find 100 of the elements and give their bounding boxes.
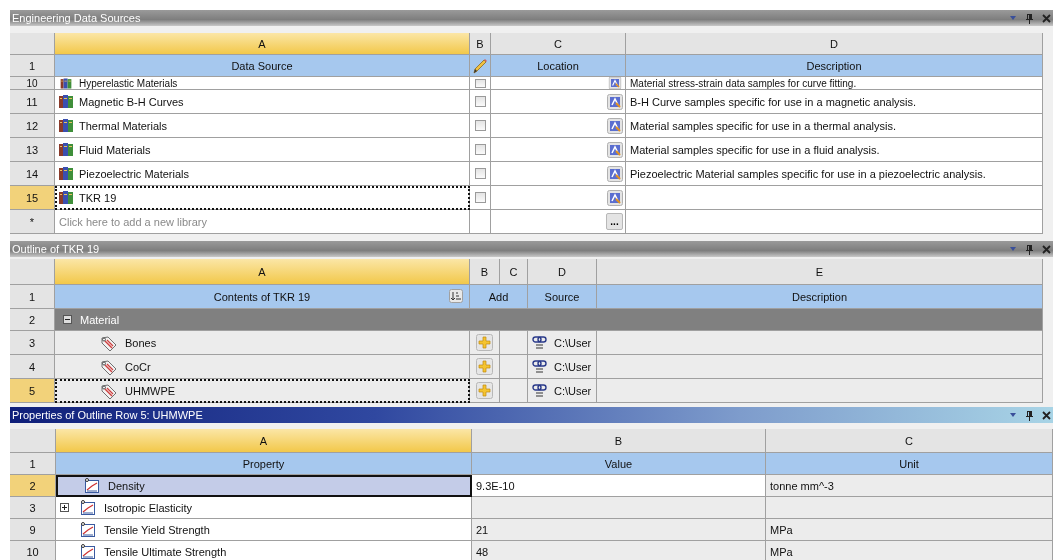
row-number: 2 xyxy=(10,309,55,331)
checkbox[interactable] xyxy=(474,168,486,179)
property-name[interactable]: Tensile Yield Strength xyxy=(104,523,210,536)
column-letter: A xyxy=(55,33,470,55)
chart-icon xyxy=(84,477,100,494)
column-header: Location xyxy=(491,55,626,77)
column-letter: A xyxy=(55,259,470,285)
property-value[interactable]: 48 xyxy=(476,545,489,558)
description-text: B-H Curve samples specific for use in a magnetic analysis. xyxy=(630,95,917,108)
column-header: Contents of TKR 19 xyxy=(213,290,311,303)
browse-icon[interactable] xyxy=(607,117,623,134)
unit-text[interactable]: tonne mm^-3 xyxy=(770,479,834,492)
checkbox[interactable] xyxy=(474,192,486,203)
browse-icon[interactable] xyxy=(607,165,623,182)
browse-icon[interactable] xyxy=(607,141,623,158)
close-icon[interactable] xyxy=(1042,13,1051,23)
tag-icon xyxy=(99,334,117,351)
source-path: C:\User xyxy=(554,360,592,373)
library-name[interactable]: Fluid Materials xyxy=(79,143,151,156)
collapse-icon[interactable] xyxy=(63,315,72,324)
add-library-placeholder[interactable]: Click here to add a new library xyxy=(59,215,207,228)
row-number: 9 xyxy=(10,519,56,541)
books-icon xyxy=(60,77,72,89)
checkbox[interactable] xyxy=(474,96,486,107)
expand-icon[interactable] xyxy=(60,503,69,512)
unit-text[interactable]: MPa xyxy=(770,523,793,536)
column-header: Source xyxy=(528,285,597,309)
books-icon xyxy=(59,191,73,204)
library-name[interactable]: Thermal Materials xyxy=(79,119,168,132)
column-header: Unit xyxy=(766,453,1053,475)
material-name[interactable]: Bones xyxy=(125,336,157,349)
group-label: Material xyxy=(80,313,120,326)
browse-icon[interactable] xyxy=(607,189,623,206)
checkbox[interactable] xyxy=(474,144,486,155)
property-value[interactable]: 21 xyxy=(476,523,489,536)
panel-title: Outline of TKR 19 xyxy=(12,243,100,255)
library-name[interactable]: TKR 19 xyxy=(79,191,117,204)
description-text: Material samples specific for use in a fluid analysis. xyxy=(630,143,880,156)
source-path: C:\User xyxy=(554,384,592,397)
property-value[interactable]: 9.3E-10 xyxy=(476,479,515,492)
column-header: Description xyxy=(626,55,1043,77)
close-icon[interactable] xyxy=(1042,410,1051,420)
row-number: 5 xyxy=(10,379,55,403)
column-letter: C xyxy=(491,33,626,55)
row-number: 1 xyxy=(10,453,56,475)
material-name[interactable]: UHMWPE xyxy=(125,384,176,397)
pin-icon[interactable] xyxy=(1025,409,1034,421)
link-icon xyxy=(532,358,548,375)
row-number: 15 xyxy=(10,186,55,210)
pin-icon[interactable] xyxy=(1025,243,1034,255)
row-number: 2 xyxy=(10,475,56,497)
link-icon xyxy=(532,334,548,351)
property-name[interactable]: Density xyxy=(108,479,145,492)
material-name[interactable]: CoCr xyxy=(125,360,151,373)
column-letter: E xyxy=(597,259,1043,285)
source-path: C:\User xyxy=(554,336,592,349)
library-name[interactable]: Magnetic B-H Curves xyxy=(79,95,184,108)
row-number: * xyxy=(10,210,55,234)
browse-icon[interactable] xyxy=(608,77,622,89)
browse-icon[interactable] xyxy=(607,93,623,110)
books-icon xyxy=(59,167,73,180)
browse-button[interactable]: ... xyxy=(606,213,623,230)
sort-icon[interactable] xyxy=(449,289,463,303)
row-number: 10 xyxy=(10,541,56,560)
column-letter: A xyxy=(56,429,472,453)
tag-icon xyxy=(99,382,117,399)
column-letter: C xyxy=(766,429,1053,453)
dropdown-icon[interactable] xyxy=(1009,412,1017,418)
row-number: 12 xyxy=(10,114,55,138)
property-name[interactable]: Isotropic Elasticity xyxy=(104,501,193,514)
column-letter: B xyxy=(470,259,500,285)
column-letter: B xyxy=(470,33,491,55)
library-name[interactable]: Piezoelectric Materials xyxy=(79,167,190,180)
row-number: 4 xyxy=(10,355,55,379)
column-letter: D xyxy=(626,33,1043,55)
column-header: Property xyxy=(56,453,472,475)
row-number: 1 xyxy=(10,285,55,309)
unit-text[interactable]: MPa xyxy=(770,545,793,558)
column-header: Description xyxy=(597,285,1043,309)
column-letter: B xyxy=(472,429,766,453)
group-row[interactable]: Material xyxy=(55,309,1043,331)
description-text: Material stress-strain data samples for curve fitting. xyxy=(630,77,857,89)
tag-icon xyxy=(99,358,117,375)
column-letter: D xyxy=(528,259,597,285)
row-number: 3 xyxy=(10,331,55,355)
row-number: 10 xyxy=(10,77,55,90)
panel-title: Properties of Outline Row 5: UHMWPE xyxy=(12,409,203,421)
checkbox[interactable] xyxy=(474,78,486,88)
column-header: Data Source xyxy=(55,55,470,77)
close-icon[interactable] xyxy=(1042,244,1051,254)
books-icon xyxy=(59,95,73,108)
checkbox[interactable] xyxy=(474,120,486,131)
column-letter: C xyxy=(500,259,528,285)
description-text: Piezoelectric Material samples specific for use in a piezoelectric analysis. xyxy=(630,167,986,180)
description-text: Material samples specific for use in a thermal analysis. xyxy=(630,119,896,132)
row-number: 11 xyxy=(10,90,55,114)
panel-title: Engineering Data Sources xyxy=(12,12,141,24)
pin-icon[interactable] xyxy=(1025,12,1034,24)
row-number: 3 xyxy=(10,497,56,519)
row-number: 13 xyxy=(10,138,55,162)
